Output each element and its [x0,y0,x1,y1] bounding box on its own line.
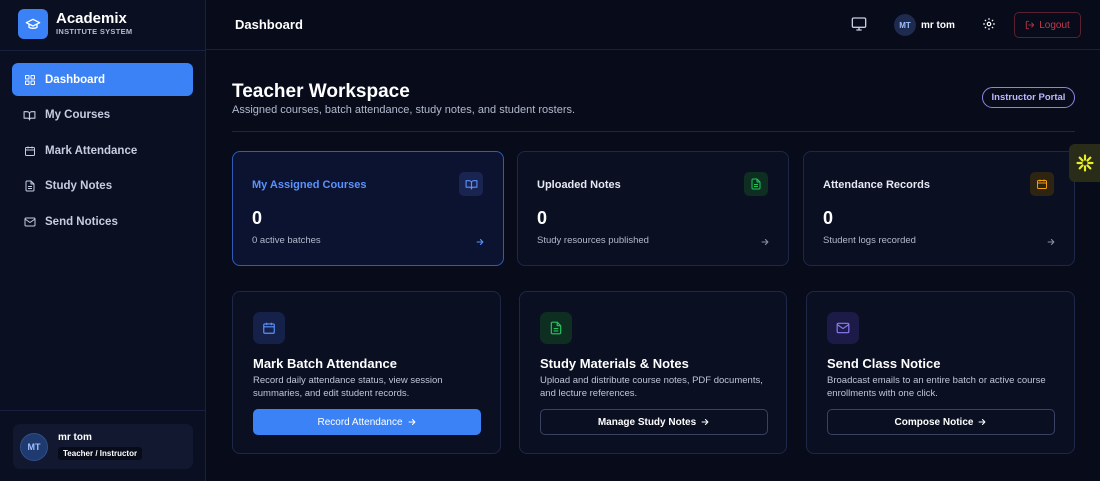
action-description: Broadcast emails to an entire batch or a… [827,375,1046,399]
stat-value: 0 [537,208,548,228]
graduation-cap-icon [18,9,48,39]
compose-notice-button[interactable]: Compose Notice [827,409,1055,435]
sidebar-item-dashboard[interactable]: Dashboard [12,63,193,96]
avatar: MT [894,14,916,36]
page-title: Teacher Workspace [232,81,410,102]
document-icon [744,172,768,196]
logout-icon [1026,20,1035,30]
arrow-right-icon [760,234,770,252]
sidebar-divider [0,50,206,51]
sidebar-item-study-notes[interactable]: Study Notes [12,170,193,203]
mail-icon [23,215,36,228]
sidebar-item-label: Dashboard [45,73,106,86]
assistant-widget-button[interactable] [1069,144,1100,182]
action-description: Record daily attendance status, view ses… [253,375,443,399]
action-description: Upload and distribute course notes, PDF … [540,375,763,399]
page-header-title: Dashboard [235,17,303,32]
manage-study-notes-button[interactable]: Manage Study Notes [540,409,768,435]
top-header: Dashboard MT mr tom Logout [206,0,1100,50]
section-divider [232,131,1075,132]
sidebar-item-label: Mark Attendance [45,144,138,157]
dashboard-grid-icon [23,73,36,86]
document-icon [540,312,572,344]
calendar-icon [253,312,285,344]
action-title: Study Materials & Notes [540,356,689,371]
sidebar-divider [0,410,206,411]
sidebar-item-label: Study Notes [45,180,113,192]
stat-caption: 0 active batches [252,235,321,246]
sparkle-icon [1075,154,1094,172]
action-title: Send Class Notice [827,356,941,371]
arrow-right-icon [1046,234,1056,252]
sidebar-item-send-notices[interactable]: Send Notices [12,205,193,238]
brand-name: Academix [56,10,127,27]
sidebar-item-my-courses[interactable]: My Courses [12,99,193,132]
brand-subtitle: INSTITUTE SYSTEM [56,27,133,36]
monitor-icon[interactable] [851,16,867,37]
document-icon [23,180,36,193]
book-icon [23,109,36,122]
calendar-icon [23,144,36,157]
arrow-right-icon [475,234,485,252]
arrow-right-icon [408,418,415,426]
stat-title: Attendance Records [823,179,930,191]
stat-card-assigned-courses[interactable]: My Assigned Courses 0 0 active batches [232,151,504,266]
stat-title: Uploaded Notes [537,179,621,191]
calendar-icon [1030,172,1054,196]
sidebar: Academix INSTITUTE SYSTEM Dashboard My C… [0,0,206,481]
sidebar-item-label: Send Notices [45,215,118,228]
action-card-send-notice: Send Class Notice Broadcast emails to an… [806,291,1075,454]
gear-icon[interactable] [982,17,996,36]
logout-label: Logout [1039,19,1070,31]
sidebar-nav: Dashboard My Courses Mark Attendance Stu… [12,63,193,241]
user-role-badge: Teacher / Instructor [58,447,143,460]
button-label: Manage Study Notes [597,416,697,428]
brand[interactable]: Academix INSTITUTE SYSTEM [18,9,132,39]
logout-button[interactable]: Logout [1014,12,1081,38]
button-label: Compose Notice [894,416,974,428]
header-user-name: mr tom [921,19,955,31]
stat-card-attendance-records[interactable]: Attendance Records 0 Student logs record… [803,151,1075,266]
page-subtitle: Assigned courses, batch attendance, stud… [232,104,576,116]
stat-card-uploaded-notes[interactable]: Uploaded Notes 0 Study resources publish… [517,151,789,266]
action-card-study-notes: Study Materials & Notes Upload and distr… [519,291,787,454]
book-icon [459,172,483,196]
record-attendance-button[interactable]: Record Attendance [253,409,481,435]
arrow-right-icon [979,418,986,426]
action-title: Mark Batch Attendance [253,356,397,371]
stat-value: 0 [823,208,834,228]
sidebar-item-label: My Courses [45,109,111,121]
mail-icon [827,312,859,344]
user-name: mr tom [58,432,92,443]
avatar: MT [20,432,48,461]
header-user-menu[interactable]: MT mr tom [894,14,955,36]
action-card-attendance: Mark Batch Attendance Record daily atten… [232,291,501,454]
button-label: Record Attendance [317,416,403,428]
stat-title: My Assigned Courses [252,179,367,191]
stat-caption: Student logs recorded [823,235,916,246]
instructor-portal-badge[interactable]: Instructor Portal [982,87,1075,108]
stat-caption: Study resources published [537,235,649,246]
stat-value: 0 [252,208,263,228]
sidebar-user-card[interactable]: MT mr tom Teacher / Instructor [13,424,193,469]
sidebar-item-mark-attendance[interactable]: Mark Attendance [12,134,193,167]
arrow-right-icon [701,418,709,426]
